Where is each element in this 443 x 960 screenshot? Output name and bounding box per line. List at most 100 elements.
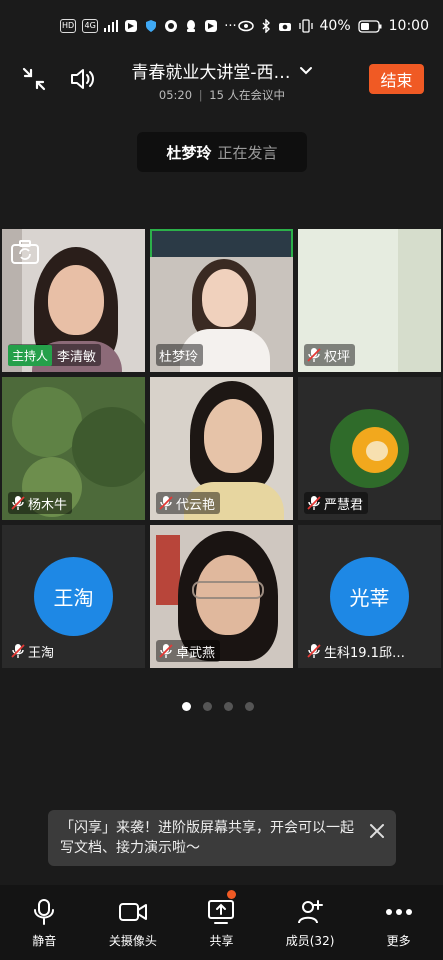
tile-label: 生科19.1邱… [304,640,410,662]
chevron-down-icon[interactable] [299,66,313,76]
page-dot-active[interactable] [182,702,191,711]
background-wall [398,229,441,372]
video-tile[interactable]: 代云艳 [150,377,293,520]
avatar: 王淘 [34,557,113,636]
speaker-icon [71,69,94,89]
camera-off-label: 关摄像头 [108,934,157,948]
more-label: 更多 [386,934,411,948]
notification-dot [226,890,236,899]
participant-name: 生科19.1邱… [324,645,405,661]
video-tile[interactable]: 卓武燕 [150,525,293,668]
share-label: 共享 [209,934,234,948]
person-face [48,265,104,335]
active-speaker-indicator: 杜梦玲 正在发言 [137,132,307,172]
video-tile-host[interactable]: 主持人 李清敏 [2,229,145,372]
person-face [204,399,262,473]
avatar: 光莘 [330,557,409,636]
more-dots-icon [385,909,412,915]
add-member-icon [298,900,324,924]
meeting-subtitle: 05:20 | 15 人在会议中 [122,87,322,103]
mute-button[interactable]: 静音 [0,885,89,960]
camera-status-icon [278,23,291,31]
mic-muted-icon [307,348,321,362]
active-speaker-name: 杜梦玲 [166,143,212,162]
microphone-icon [34,899,55,925]
more-button[interactable]: 更多 [354,885,443,960]
minimize-icon [22,67,46,91]
video-tile-active-speaker[interactable]: 杜梦玲 [150,229,293,372]
status-left-icons: HD 4G ··· [60,19,237,34]
close-icon[interactable] [368,822,386,840]
subtitle-separator: | [198,88,203,102]
app-notification-icon-2 [165,20,178,32]
meeting-header: 青春就业大讲堂-西… 05:20 | 15 人在会议中 结束 [0,52,443,108]
tile-label: 主持人 李清敏 [8,344,102,366]
toast-text: 「闪享」来袭！进阶版屏幕共享，开会可以一起写文档、接力演示啦～ [60,820,354,856]
video-tile[interactable]: 王淘 王淘 [2,525,145,668]
members-button[interactable]: 成员(32) [266,885,355,960]
participant-name: 卓武燕 [176,645,216,661]
fruit-shape [366,441,388,461]
screen-share-icon [208,900,235,924]
meeting-toolbar: 静音 关摄像头 共享 成员(32) 更多 [0,885,443,960]
page-indicator[interactable] [182,702,254,711]
video-tile[interactable]: 杨木牛 [2,377,145,520]
end-meeting-button[interactable]: 结束 [369,64,424,94]
mic-muted-icon [159,496,173,510]
active-speaker-status: 正在发言 [217,143,278,162]
overflow-dots-icon: ··· [224,18,237,34]
glasses [192,581,264,599]
switch-camera-icon[interactable] [10,239,40,265]
meeting-title-block[interactable]: 青春就业大讲堂-西… 05:20 | 15 人在会议中 [122,58,322,103]
eye-icon [237,20,254,32]
video-tile[interactable]: 严慧君 [298,377,441,520]
battery-icon [357,19,382,33]
mic-muted-icon [11,644,25,658]
tile-label: 代云艳 [156,492,221,514]
video-camera-icon [118,903,147,921]
mic-muted-icon [307,496,321,510]
video-tile[interactable]: 光莘 生科19.1邱… [298,525,441,668]
minimize-button[interactable] [19,64,49,94]
members-label: 成员(32) [285,934,335,948]
page-dot[interactable] [245,702,254,711]
tile-label: 王淘 [8,640,59,662]
vibrate-icon [298,19,313,33]
video-grid: 主持人 李清敏 杜梦玲 权坪 杨木牛 代云艳 严慧君 王淘 王淘 卓武燕 光莘 … [2,229,441,668]
app-notification-icon [125,20,138,32]
signal-icon [104,20,119,32]
network-type-indicator: 4G [82,19,99,33]
participant-name: 杜梦玲 [159,349,199,365]
mic-muted-icon [159,644,173,658]
person-face [202,269,248,327]
camera-off-button[interactable]: 关摄像头 [89,885,178,960]
foliage [72,407,145,487]
battery-percent: 40% [319,18,351,34]
mic-muted-icon [307,644,321,658]
participant-name: 代云艳 [176,497,216,513]
speaker-button[interactable] [68,64,98,94]
qq-icon [187,20,196,32]
bluetooth-icon [262,19,270,33]
feature-tip-toast[interactable]: 「闪享」来袭！进阶版屏幕共享，开会可以一起写文档、接力演示啦～ [48,810,396,866]
participant-count: 15 人在会议中 [209,88,286,102]
tile-label: 杜梦玲 [156,344,204,366]
participant-name: 严慧君 [324,497,364,513]
app-notification-icon-3 [205,20,218,32]
video-tile[interactable]: 权坪 [298,229,441,372]
shield-icon [146,20,157,32]
clock: 10:00 [388,18,429,34]
wall-poster [156,535,180,605]
meeting-title[interactable]: 青春就业大讲堂-西… [131,58,290,83]
participant-name: 杨木牛 [28,497,68,513]
tile-label: 权坪 [304,344,356,366]
participant-name: 王淘 [28,645,55,661]
mic-muted-icon [11,496,25,510]
page-dot[interactable] [203,702,212,711]
share-button[interactable]: 共享 [177,885,266,960]
hd-indicator: HD [60,19,77,33]
page-dot[interactable] [224,702,233,711]
meeting-duration: 05:20 [158,88,193,102]
tile-label: 卓武燕 [156,640,221,662]
participant-name: 权坪 [324,349,351,365]
